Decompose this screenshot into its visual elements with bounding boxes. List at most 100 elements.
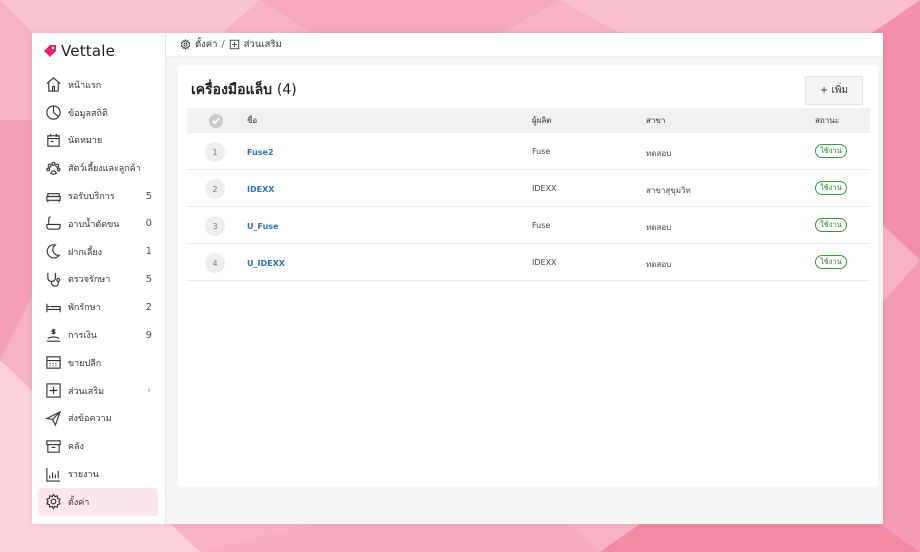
bathtub-icon (44, 215, 62, 233)
row-name-link[interactable]: U_IDEXX (247, 259, 285, 268)
row-branch: ทดสอบ (646, 260, 672, 269)
main-content: ตั้งค่า / ส่วนเสริม เครื่องมือแล็บ (4) +… (166, 33, 883, 524)
breadcrumb-settings[interactable]: ตั้งค่า (195, 37, 218, 52)
check-icon (212, 117, 220, 125)
sidebar-item-label: ฝากเลี้ยง (68, 247, 103, 258)
breadcrumb-addons[interactable]: ส่วนเสริม (244, 37, 282, 52)
row-name-link[interactable]: IDEXX (247, 185, 274, 194)
sidebar-item-inventory[interactable]: คลัง (38, 432, 158, 460)
row-name-link[interactable]: Fuse2 (247, 148, 274, 157)
sidebar-item-label: ส่งข้อความ (68, 414, 112, 425)
breadcrumb: ตั้งค่า / ส่วนเสริม (166, 33, 883, 57)
sidebar-item-count: 5 (145, 190, 152, 202)
sidebar-item-label: รายงาน (68, 470, 99, 481)
money-icon (44, 326, 62, 344)
plus-box-icon (229, 39, 239, 50)
sidebar-item-label: ข้อมูลสถิติ (68, 108, 108, 119)
sidebar-item-label: พักรักษา (68, 303, 101, 314)
logo-text: Vettale (61, 42, 116, 60)
row-name-link[interactable]: U_Fuse (247, 222, 278, 231)
row-manufacturer: IDEXX (532, 258, 557, 267)
row-number: 4 (205, 253, 225, 273)
moon-icon (44, 243, 62, 261)
table-header: ชื่อ ผู้ผลิต สาขา สถานะ (187, 108, 870, 133)
table-row[interactable]: 1 Fuse2 Fuse ทดสอบ ใช้งาน (187, 133, 870, 170)
sidebar-item-waiting[interactable]: รอรับบริการ 5 (38, 182, 158, 210)
breadcrumb-separator: / (221, 39, 225, 50)
sidebar-item-reports[interactable]: รายงาน (38, 460, 158, 488)
sidebar-item-count: 1 (145, 246, 152, 258)
sidebar-item-home[interactable]: หน้าแรก (38, 71, 158, 99)
row-number: 3 (205, 216, 225, 236)
status-badge: ใช้งาน (815, 181, 847, 195)
sidebar-item-retail[interactable]: ขายปลีก (38, 349, 158, 377)
sidebar-item-finance[interactable]: การเงิน 9 (38, 321, 158, 349)
row-manufacturer: Fuse (532, 147, 551, 156)
sidebar-item-boarding[interactable]: ฝากเลี้ยง 1 (38, 238, 158, 266)
sidebar-item-pets-customers[interactable]: สัตว์เลี้ยงและลูกค้า (38, 154, 158, 182)
register-icon (44, 354, 62, 372)
status-badge: ใช้งาน (815, 218, 847, 232)
sidebar-item-count: 0 (145, 218, 152, 230)
sidebar-item-messages[interactable]: ส่งข้อความ (38, 405, 158, 433)
sidebar-item-settings[interactable]: ตั้งค่า (38, 487, 158, 516)
stats-icon (44, 104, 62, 122)
table-row[interactable]: 3 U_Fuse Fuse ทดสอบ ใช้งาน (187, 207, 870, 244)
sidebar-item-label: นัดหมาย (68, 136, 103, 147)
row-manufacturer: IDEXX (532, 184, 557, 193)
sidebar-item-grooming[interactable]: อาบน้ำตัดขน 0 (38, 210, 158, 238)
sidebar-item-label: ตั้งค่า (68, 497, 90, 508)
sidebar-item-label: สัตว์เลี้ยงและลูกค้า (68, 164, 141, 175)
status-badge: ใช้งาน (815, 255, 847, 269)
table-row[interactable]: 4 U_IDEXX IDEXX ทดสอบ ใช้งาน (187, 244, 870, 281)
header-name[interactable]: ชื่อ (247, 114, 257, 127)
table-row[interactable]: 2 IDEXX IDEXX สาขาสุขุมวิท ใช้งาน (187, 170, 870, 207)
sofa-icon (44, 187, 62, 205)
paw-icon (44, 159, 62, 177)
stethoscope-icon (44, 270, 62, 288)
sidebar-item-stats[interactable]: ข้อมูลสถิติ (38, 99, 158, 127)
row-number: 2 (205, 179, 225, 199)
sidebar-item-count: 2 (145, 301, 152, 313)
calendar-icon (44, 131, 62, 149)
sidebar-item-addons[interactable]: ส่วนเสริม › (38, 377, 158, 405)
lab-equipment-card: เครื่องมือแล็บ (4) + เพิ่ม ชื่อ ผู้ผลิต … (178, 65, 878, 487)
header-manufacturer[interactable]: ผู้ผลิต (532, 114, 551, 127)
sidebar-item-label: ขายปลีก (68, 358, 102, 369)
logo: Vettale (43, 42, 115, 60)
select-all-checkbox[interactable] (209, 114, 223, 128)
header-status[interactable]: สถานะ (815, 114, 839, 127)
app-window: Vettale หน้าแรก ข้อมูลสถิติ นัดหมาย สัตว… (32, 33, 883, 524)
chevron-right-icon: › (147, 385, 151, 396)
sidebar-item-label: อาบน้ำตัดขน (68, 219, 120, 230)
sidebar-item-appointments[interactable]: นัดหมาย (38, 127, 158, 155)
sidebar-item-label: หน้าแรก (68, 80, 102, 91)
add-button[interactable]: + เพิ่ม (805, 76, 863, 105)
sidebar-item-inpatient[interactable]: พักรักษา 2 (38, 293, 158, 321)
sidebar-item-label: รอรับบริการ (68, 192, 115, 203)
header-branch[interactable]: สาขา (646, 114, 665, 127)
sidebar-item-treatment[interactable]: ตรวจรักษา 5 (38, 266, 158, 294)
bed-icon (44, 298, 62, 316)
sidebar-item-count: 9 (145, 329, 152, 341)
row-branch: ทดสอบ (646, 223, 672, 232)
plus-box-icon (44, 382, 62, 400)
page-title: เครื่องมือแล็บ (4) (191, 79, 297, 101)
row-number: 1 (205, 142, 225, 162)
status-badge: ใช้งาน (815, 144, 847, 158)
row-manufacturer: Fuse (532, 221, 551, 230)
home-icon (44, 76, 62, 94)
gear-icon (180, 39, 191, 50)
page-title-text: เครื่องมือแล็บ (191, 82, 273, 98)
sidebar-item-label: การเงิน (68, 331, 97, 342)
sidebar-item-label: ส่วนเสริม (68, 386, 105, 397)
archive-icon (44, 437, 62, 455)
tag-logo-icon (44, 45, 56, 57)
sidebar-item-count: 5 (145, 273, 152, 285)
sidebar-item-label: คลัง (68, 442, 84, 453)
page-title-count: (4) (276, 82, 297, 98)
sidebar-item-label: ตรวจรักษา (68, 275, 111, 286)
row-branch: ทดสอบ (646, 149, 672, 158)
send-icon (44, 409, 62, 427)
sidebar-nav: หน้าแรก ข้อมูลสถิติ นัดหมาย สัตว์เลี้ยงแ… (38, 71, 158, 516)
